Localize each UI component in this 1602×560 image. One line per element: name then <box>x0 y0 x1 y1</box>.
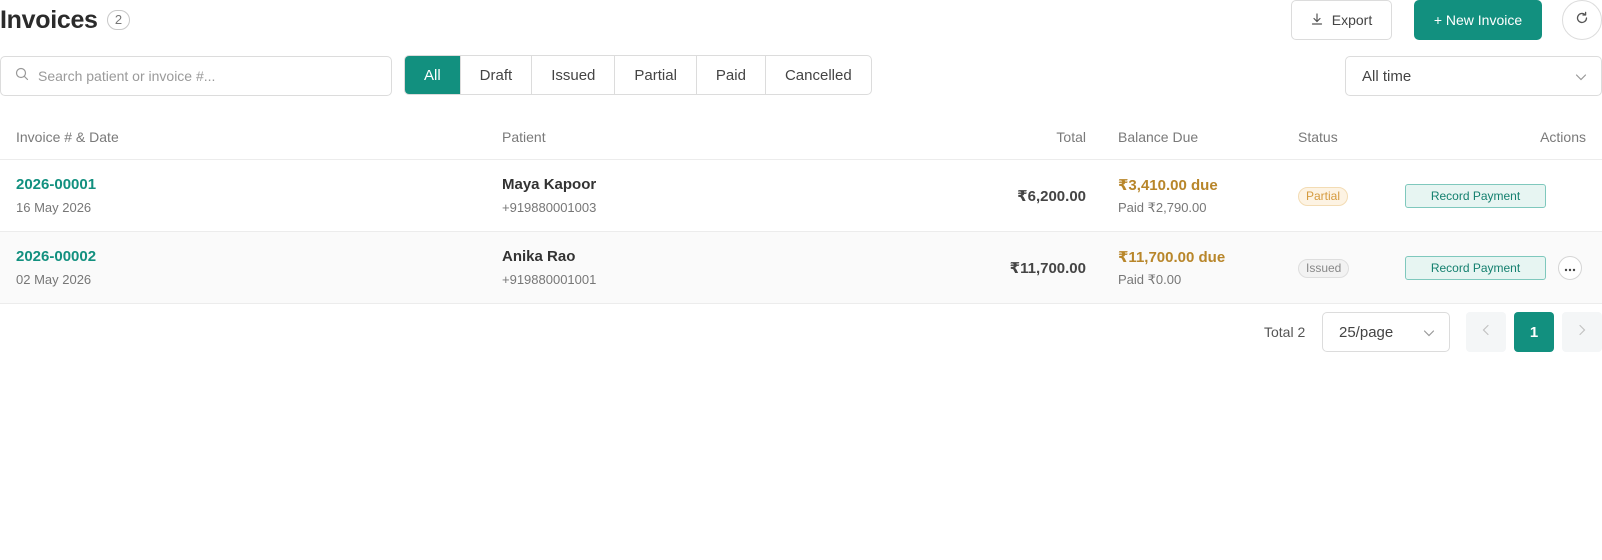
patient-name: Maya Kapoor <box>502 176 597 193</box>
total-count: Total 2 <box>1264 324 1306 340</box>
search-box[interactable] <box>0 56 392 96</box>
tab-draft[interactable]: Draft <box>461 56 533 94</box>
table-row[interactable]: 2026-00002 02 May 2026 Anika Rao +919880… <box>0 232 1602 304</box>
pagination: Total 2 25/page 1 <box>0 312 1602 352</box>
invoice-number-link[interactable]: 2026-00002 <box>16 248 96 265</box>
amount-paid: Paid ₹0.00 <box>1118 272 1182 287</box>
patient-name: Anika Rao <box>502 248 576 265</box>
time-range-value: All time <box>1362 67 1412 85</box>
page-number-button[interactable]: 1 <box>1514 312 1554 352</box>
tab-partial[interactable]: Partial <box>615 56 697 94</box>
table-row[interactable]: 2026-00001 16 May 2026 Maya Kapoor +9198… <box>0 160 1602 232</box>
column-status: Status <box>1298 129 1338 145</box>
refresh-button[interactable] <box>1562 0 1602 40</box>
column-invoice: Invoice # & Date <box>16 129 119 145</box>
invoice-total: ₹6,200.00 <box>1017 188 1086 205</box>
search-icon <box>15 67 29 86</box>
invoice-date: 02 May 2026 <box>16 272 92 287</box>
chevron-left-icon <box>1482 323 1490 341</box>
search-input[interactable] <box>38 68 368 84</box>
page-header: Invoices 2 Export + New Invoice <box>0 0 1602 45</box>
table-header: Invoice # & Date Patient Total Balance D… <box>0 116 1602 160</box>
patient-phone: +919880001003 <box>502 200 597 215</box>
invoice-total: ₹11,700.00 <box>1009 260 1086 277</box>
ellipsis-icon <box>1564 262 1576 274</box>
more-actions-button[interactable] <box>1558 256 1582 280</box>
record-payment-button[interactable]: Record Payment <box>1405 184 1546 208</box>
column-patient: Patient <box>502 129 546 145</box>
status-filter-tabs: All Draft Issued Partial Paid Cancelled <box>404 55 872 95</box>
amount-paid: Paid ₹2,790.00 <box>1118 200 1207 215</box>
record-payment-button[interactable]: Record Payment <box>1405 256 1546 280</box>
page-size-value: 25/page <box>1339 323 1394 341</box>
patient-phone: +919880001001 <box>502 272 597 287</box>
column-balance-due: Balance Due <box>1118 129 1199 145</box>
refresh-icon <box>1575 11 1589 30</box>
tab-cancelled[interactable]: Cancelled <box>766 56 871 94</box>
balance-due: ₹3,410.00 due <box>1118 177 1218 194</box>
invoice-count-badge: 2 <box>107 10 130 30</box>
page-title: Invoices <box>0 6 98 34</box>
export-label: Export <box>1331 12 1373 28</box>
tab-all[interactable]: All <box>405 56 461 94</box>
balance-due: ₹11,700.00 due <box>1118 249 1226 266</box>
column-actions: Actions <box>1540 129 1586 145</box>
time-range-select[interactable]: All time <box>1345 56 1602 96</box>
new-invoice-button[interactable]: + New Invoice <box>1414 0 1542 40</box>
chevron-down-icon <box>1575 68 1587 85</box>
invoice-number-link[interactable]: 2026-00001 <box>16 176 96 193</box>
status-badge: Issued <box>1298 259 1350 278</box>
chevron-down-icon <box>1423 324 1435 341</box>
chevron-right-icon <box>1578 323 1586 341</box>
status-badge: Partial <box>1298 187 1349 206</box>
previous-page-button[interactable] <box>1466 312 1506 352</box>
invoice-table: Invoice # & Date Patient Total Balance D… <box>0 116 1602 304</box>
next-page-button[interactable] <box>1562 312 1602 352</box>
export-button[interactable]: Export <box>1291 0 1392 40</box>
invoice-date: 16 May 2026 <box>16 200 92 215</box>
tab-issued[interactable]: Issued <box>532 56 616 94</box>
column-total: Total <box>1056 129 1086 145</box>
download-icon <box>1311 12 1323 28</box>
tab-paid[interactable]: Paid <box>697 56 766 94</box>
page-size-select[interactable]: 25/page <box>1322 312 1450 352</box>
